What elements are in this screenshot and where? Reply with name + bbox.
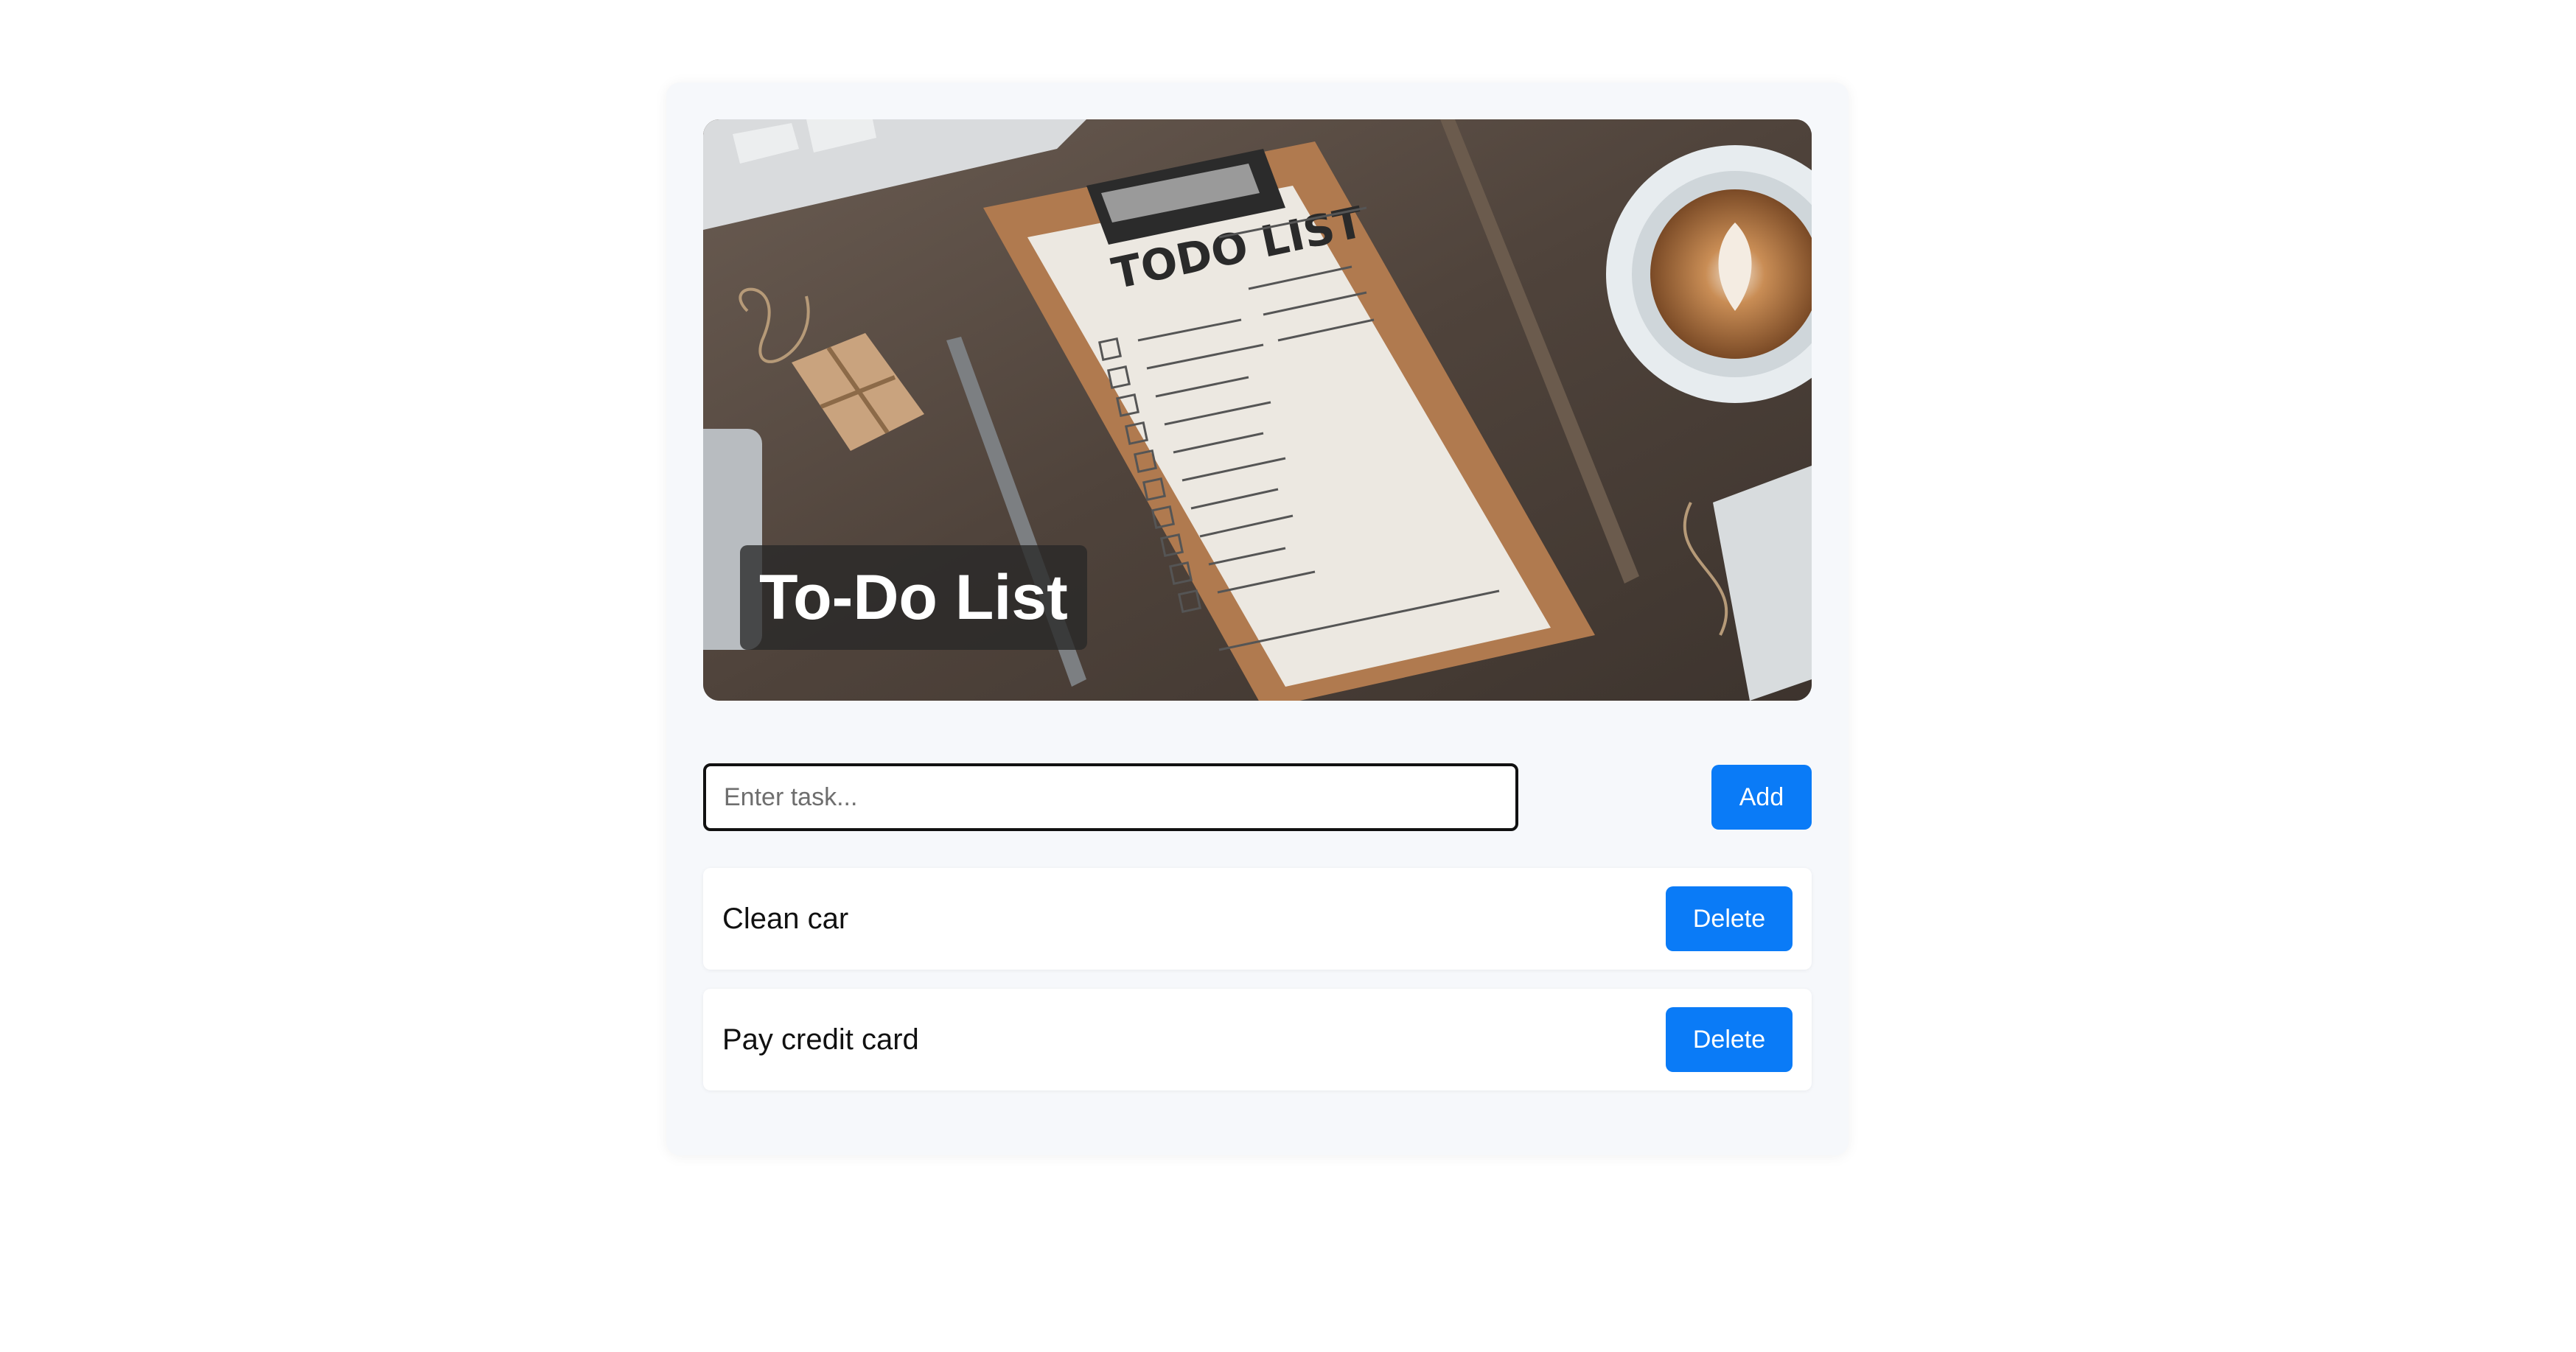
task-input[interactable]: [703, 763, 1518, 831]
page: TODO LIST To-Do List Enter task... Add C…: [0, 0, 2576, 1352]
task-list: Clean car Delete Pay credit card Delete: [703, 868, 1812, 1110]
task-text: Clean car: [722, 903, 849, 935]
delete-task-button[interactable]: Delete: [1666, 1007, 1793, 1072]
task-text: Pay credit card: [722, 1023, 919, 1056]
delete-task-button[interactable]: Delete: [1666, 886, 1793, 951]
task-item: Clean car Delete: [703, 868, 1812, 970]
todo-card: TODO LIST To-Do List Enter task... Add C…: [666, 83, 1849, 1155]
task-item: Pay credit card Delete: [703, 989, 1812, 1090]
add-task-button[interactable]: Add: [1711, 765, 1812, 830]
page-title: To-Do List: [740, 545, 1087, 650]
hero-image: TODO LIST To-Do List: [703, 119, 1812, 701]
